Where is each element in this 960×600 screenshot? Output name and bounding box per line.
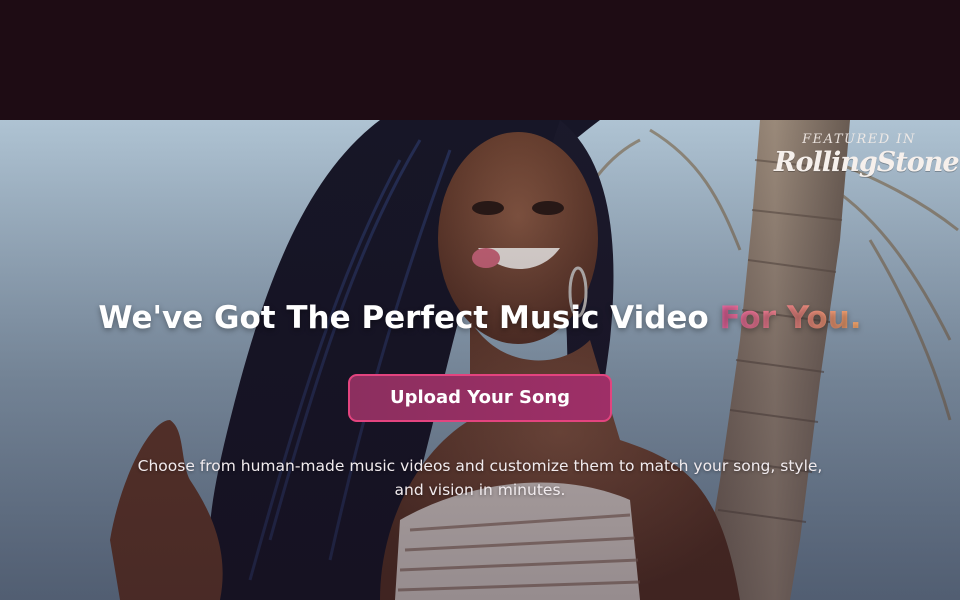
featured-in-badge: FEATURED IN RollingStone — [774, 132, 960, 178]
hero-subtext: Choose from human-made music videos and … — [137, 457, 823, 499]
rolling-stone-logo: RollingStone — [774, 147, 960, 178]
featured-label: FEATURED IN — [802, 132, 916, 147]
hero-overlay — [0, 120, 960, 600]
headline-main-text: We've Got The Perfect Music Video — [98, 300, 720, 336]
headline-accent-text: For You. — [719, 300, 862, 336]
top-bar — [0, 0, 960, 120]
hero-section: FEATURED IN RollingStone We've Got The P… — [0, 120, 960, 600]
upload-your-song-button[interactable]: Upload Your Song — [348, 374, 612, 422]
hero-headline: We've Got The Perfect Music Video For Yo… — [0, 300, 960, 336]
